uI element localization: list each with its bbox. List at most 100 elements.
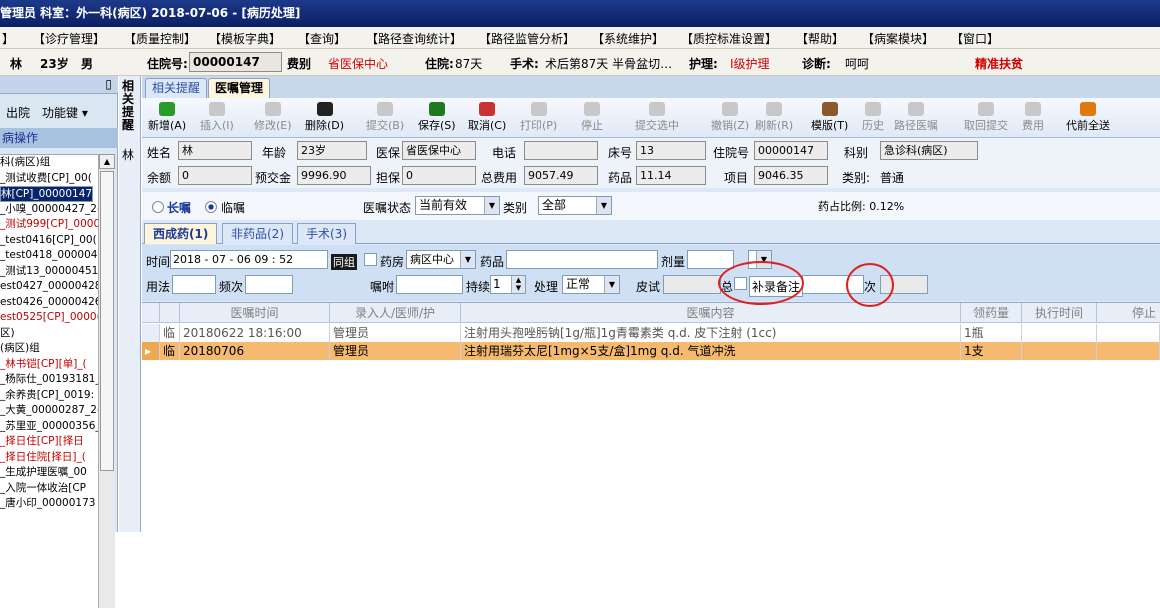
duration-input[interactable]: 1 ▲ ▼	[490, 275, 526, 294]
frequency-input[interactable]	[245, 275, 293, 294]
toolbar-button-submit[interactable]: 提交(B)	[366, 102, 404, 133]
patient-operation-tab[interactable]: 病操作	[0, 128, 118, 148]
duration-value: 1	[493, 277, 501, 291]
toolbar-button-path-order[interactable]: 路径医嘱	[894, 102, 938, 133]
patient-tree-item[interactable]: _小嗅_00000427_2(	[0, 202, 98, 218]
patient-tree-item[interactable]: _苏里亚_00000356_	[0, 419, 98, 435]
table-row[interactable]: ▸ 临 20180706 管理员 注射用瑞芬太尼[1mg×5支/盒]1mg q.d. 气…	[142, 342, 1160, 360]
discharge-button[interactable]: 出院	[6, 104, 30, 121]
toolbar-button-add[interactable]: 新增(A)	[148, 102, 186, 133]
toolbar-button-fee[interactable]: 费用	[1022, 102, 1044, 133]
menu-item-path-stats[interactable]: 【路径查询统计】	[366, 30, 462, 47]
long-term-radio[interactable]	[152, 201, 164, 213]
patient-tree-item[interactable]: est0525[CP]_0000(	[0, 310, 98, 326]
patient-tree-item[interactable]: _测试收费[CP]_00(	[0, 171, 98, 187]
toolbar-button-label: 历史	[862, 119, 884, 132]
toolbar-button-insert[interactable]: 插入(I)	[200, 102, 234, 133]
menu-item-window[interactable]: 【窗口】	[951, 30, 999, 47]
exec-time-header[interactable]: 执行时间	[1022, 303, 1097, 323]
dose-input[interactable]	[687, 250, 734, 269]
menu-item-path-monitor[interactable]: 【路径监管分析】	[479, 30, 575, 47]
patient-tree-item[interactable]: _择日住院[择日]_(	[0, 450, 98, 466]
patient-tree-item[interactable]: est0427_00000428	[0, 279, 98, 295]
tab-western-drugs[interactable]: 西成药(1)	[144, 223, 218, 244]
patient-tree-item[interactable]: est0426_00000426	[0, 295, 98, 311]
tree-scrollbar[interactable]: ▲	[98, 154, 115, 608]
functions-menu[interactable]: 功能键 ▾	[42, 104, 88, 121]
drug-input[interactable]	[506, 250, 658, 269]
menu-item-help[interactable]: 【帮助】	[796, 30, 844, 47]
usage-input[interactable]	[172, 275, 216, 294]
patient-tree-item[interactable]: _大黄_00000287_2(	[0, 403, 98, 419]
tab-related-reminder[interactable]: 相关提醒	[145, 78, 208, 98]
patient-tree-item[interactable]: _唐小印_00000173	[0, 496, 98, 512]
toolbar-button-label: 提交选中	[635, 119, 679, 132]
spinner-icon[interactable]: ▲ ▼	[511, 276, 525, 293]
entered-by-header[interactable]: 录入人/医师/护	[330, 303, 461, 323]
toolbar-button-edit[interactable]: 修改(E)	[254, 102, 292, 133]
patient-tree-item[interactable]: _测试13_00000451_	[0, 264, 98, 280]
toolbar-button-print[interactable]: 打印(P)	[520, 102, 557, 133]
instruction-input[interactable]	[396, 275, 463, 294]
menu-item-edge[interactable]: 】	[2, 30, 14, 47]
patient-tree-item[interactable]: 林[CP]_00000147	[0, 186, 94, 202]
toolbar-button-save[interactable]: 保存(S)	[418, 102, 456, 133]
menu-item-clinical[interactable]: 【诊疗管理】	[33, 30, 105, 47]
type-select[interactable]: 全部 ▼	[538, 196, 612, 215]
patient-tree-item[interactable]: _test0416[CP]_00(	[0, 233, 98, 249]
patient-tree-item[interactable]: 区)	[0, 326, 98, 342]
menu-item-query[interactable]: 【查询】	[298, 30, 346, 47]
patient-tree-item[interactable]: _生成护理医嘱_00	[0, 465, 98, 481]
tab-order-management[interactable]: 医嘱管理	[208, 78, 271, 98]
order-time-header[interactable]: 医嘱时间	[180, 303, 330, 323]
admission-no-label: 住院号	[713, 146, 750, 160]
time-input[interactable]: 2018 - 07 - 06 09 : 52	[170, 250, 328, 269]
related-reminder-side-tab[interactable]: 相关提醒 林	[119, 76, 141, 532]
toolbar-button-submit-selected[interactable]: 提交选中	[635, 102, 679, 133]
skin-test-field	[663, 275, 721, 294]
save-icon	[428, 102, 445, 116]
pharmacy-select[interactable]: 病区中心 ▼	[406, 250, 476, 269]
patient-tree-item[interactable]: _余养贵[CP]_0019:	[0, 388, 98, 404]
menu-item-quality[interactable]: 【质量控制】	[124, 30, 196, 47]
table-row[interactable]: 临 20180622 18:16:00 管理员 注射用头孢唑肟钠[1g/瓶]1g青霉素…	[142, 324, 1160, 342]
menu-item-maintenance[interactable]: 【系统维护】	[592, 30, 664, 47]
patient-tree-item[interactable]: _林书铠[CP][单]_(	[0, 357, 98, 373]
tab-non-drugs[interactable]: 非药品(2)	[222, 223, 293, 244]
patient-tree-item[interactable]: 科(病区)组	[0, 155, 98, 171]
patient-tree[interactable]: 科(病区)组_测试收费[CP]_00(林[CP]_00000147_0423自动…	[0, 154, 98, 608]
toolbar-button-undo[interactable]: 撤销(Z)	[711, 102, 749, 133]
patient-tree-item[interactable]: _入院一体收治[CP	[0, 481, 98, 497]
toolbar-button-cancel[interactable]: 取消(C)	[468, 102, 506, 133]
drug-label: 药品	[480, 255, 505, 269]
handling-select[interactable]: 正常 ▼	[562, 275, 620, 294]
patient-tree-item[interactable]: _test0418_000004	[0, 248, 98, 264]
temporary-radio[interactable]	[205, 201, 217, 213]
dept-label: 科别	[844, 146, 869, 160]
menu-item-templates[interactable]: 【模板字典】	[209, 30, 281, 47]
patient-tree-item[interactable]: _测试999[CP]_0000	[0, 217, 98, 233]
order-content-header[interactable]: 医嘱内容	[461, 303, 961, 323]
diagnosis-value: 呵呵	[845, 57, 870, 71]
dispense-qty-header[interactable]: 领药量	[961, 303, 1022, 323]
patient-tree-item[interactable]: _杨际仕_00193181_	[0, 372, 98, 388]
toolbar-button-template[interactable]: 模版(T)	[811, 102, 848, 133]
same-group-checkbox[interactable]	[364, 253, 377, 266]
tab-surgery[interactable]: 手术(3)	[297, 223, 356, 244]
patient-tree-item[interactable]: (病区)组	[0, 341, 98, 357]
patient-tree-item[interactable]: _择日住[CP][择日	[0, 434, 98, 450]
scroll-up-icon[interactable]: ▲	[99, 154, 115, 169]
toolbar-button-delete[interactable]: 删除(D)	[305, 102, 344, 133]
toolbar-button-history[interactable]: 历史	[862, 102, 884, 133]
pin-icon[interactable]: ▯	[105, 77, 112, 91]
toolbar-button-stop[interactable]: 停止	[581, 102, 603, 133]
fee-label: 费别	[287, 57, 312, 71]
order-status-select[interactable]: 当前有效 ▼	[415, 196, 500, 215]
toolbar-button-refresh[interactable]: 刷新(R)	[755, 102, 793, 133]
menu-item-qc-standards[interactable]: 【质控标准设置】	[681, 30, 777, 47]
toolbar-button-retrieve[interactable]: 取回提交	[964, 102, 1008, 133]
stop-header[interactable]: 停止	[1097, 303, 1160, 323]
menu-item-records[interactable]: 【病案模块】	[862, 30, 934, 47]
toolbar-button-send-all[interactable]: 代前全送	[1066, 102, 1110, 133]
scroll-thumb[interactable]	[100, 171, 114, 471]
